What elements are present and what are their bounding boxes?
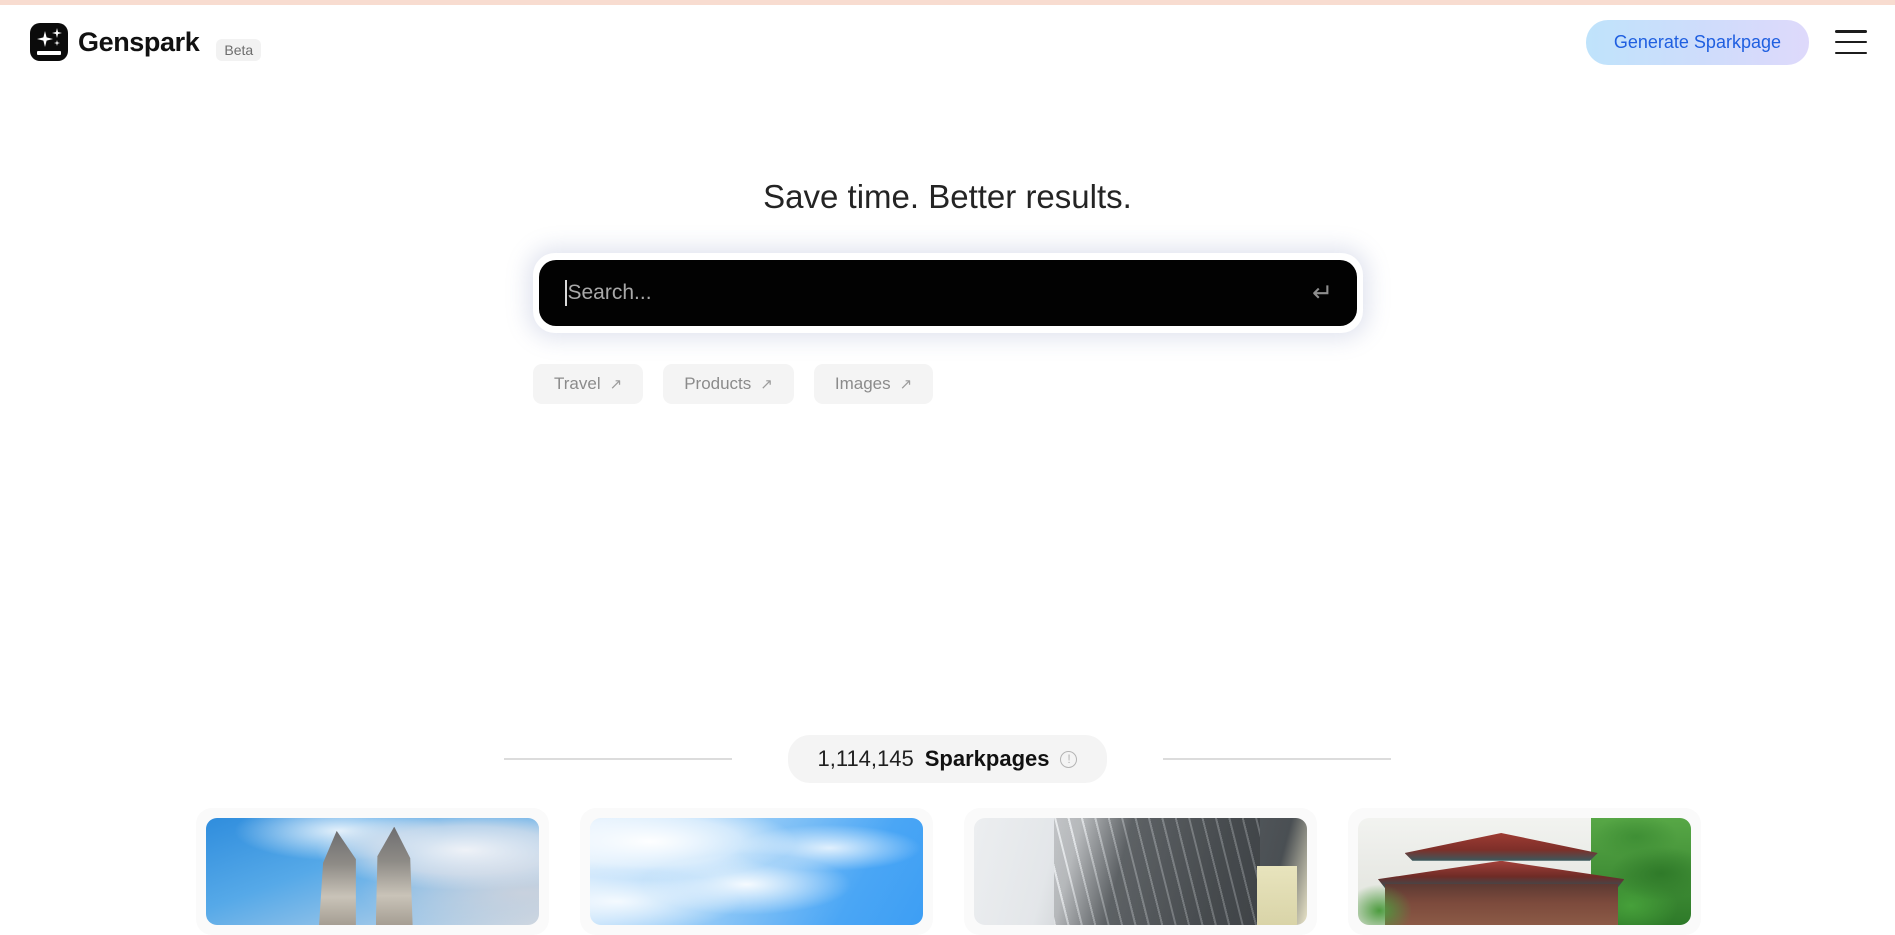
chip-products[interactable]: Products ↗ <box>663 364 794 404</box>
genspark-sparkle-logo-icon <box>30 23 68 61</box>
sparkle-small-icon <box>54 40 60 46</box>
sparkpage-card-4[interactable] <box>1348 808 1701 935</box>
generate-sparkpage-button[interactable]: Generate Sparkpage <box>1585 19 1809 65</box>
search-input[interactable]: Search... ↵ <box>539 260 1357 326</box>
enter-return-arrow-icon[interactable]: ↵ <box>1312 280 1333 306</box>
logo-underline-bar <box>37 51 61 55</box>
search-placeholder: Search... <box>567 281 652 304</box>
quick-category-chips: Travel ↗ Products ↗ Images ↗ <box>533 364 934 404</box>
glass-building-facade-thumbnail <box>974 818 1307 925</box>
temple-trees-left <box>1358 876 1412 925</box>
hamburger-bar-3 <box>1835 51 1867 54</box>
chip-travel-label: Travel <box>554 374 601 393</box>
hamburger-bar-2 <box>1835 40 1867 44</box>
divider-line-right <box>1163 758 1392 760</box>
header-actions: Generate Sparkpage <box>1585 19 1867 65</box>
search-container: Search... ↵ <box>533 253 1363 333</box>
blue-sky-clouds-thumbnail <box>590 818 923 925</box>
brand-logo-group[interactable]: Genspark Beta <box>30 23 262 61</box>
chip-images[interactable]: Images ↗ <box>813 364 934 404</box>
text-caret <box>565 280 567 306</box>
hamburger-bar-1 <box>1835 30 1867 33</box>
chip-products-label: Products <box>684 374 752 393</box>
thumbnail-art <box>590 818 923 925</box>
temple-upper-roof <box>1404 832 1598 861</box>
sparkpages-label: Sparkpages <box>924 746 1050 771</box>
chip-images-label: Images <box>834 374 891 393</box>
beta-badge: Beta <box>216 39 262 61</box>
sparkpage-card-3[interactable] <box>964 808 1317 935</box>
sparkpages-counter-row: 1,114,145 Sparkpages ! <box>0 735 1895 783</box>
app-header: Genspark Beta Generate Sparkpage <box>0 5 1895 79</box>
info-exclamation-circle-icon[interactable]: ! <box>1060 750 1078 768</box>
chinese-temple-thumbnail <box>1358 818 1691 925</box>
page-title: Save time. Better results. <box>763 178 1132 215</box>
arrow-up-right-icon: ↗ <box>609 376 623 393</box>
arrow-up-right-icon: ↗ <box>899 376 913 393</box>
sparkle-medium-icon <box>52 28 62 38</box>
sparkle-large-icon <box>37 31 53 47</box>
divider-line-left <box>503 758 732 760</box>
sparkpages-counter-pill: 1,114,145 Sparkpages ! <box>787 735 1108 783</box>
bali-split-gate-thumbnail <box>206 818 539 925</box>
brand-name: Genspark <box>78 26 200 57</box>
hamburger-menu-icon[interactable] <box>1835 30 1867 54</box>
chip-travel[interactable]: Travel ↗ <box>533 364 644 404</box>
sparkpage-card-grid <box>196 808 1701 935</box>
sparkpage-card-2[interactable] <box>580 808 933 935</box>
arrow-up-right-icon: ↗ <box>760 376 773 393</box>
thumbnail-art <box>974 818 1307 925</box>
sparkpages-count: 1,114,145 <box>817 746 914 771</box>
sparkpage-card-1[interactable] <box>196 808 549 935</box>
temple-body <box>1384 884 1618 925</box>
thumbnail-art <box>206 818 539 925</box>
thumbnail-art <box>1358 818 1691 925</box>
